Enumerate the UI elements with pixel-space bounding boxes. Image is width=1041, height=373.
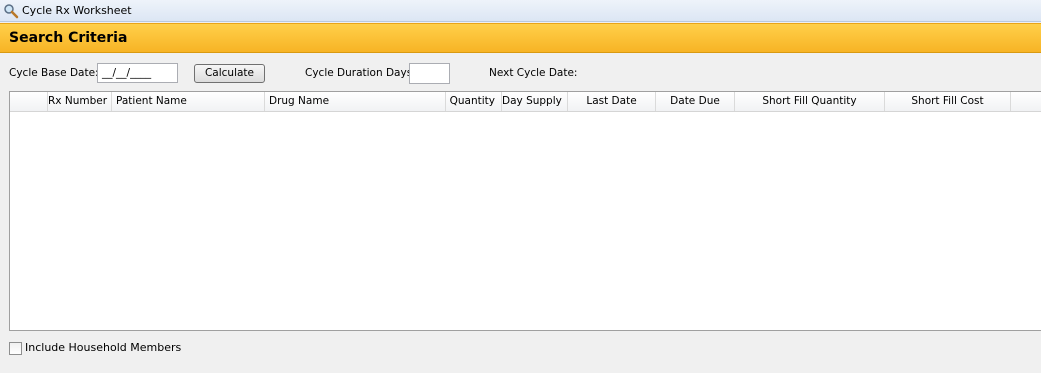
search-criteria-banner: Search Criteria <box>0 23 1041 53</box>
window-title: Cycle Rx Worksheet <box>22 4 132 17</box>
next-cycle-date-label: Next Cycle Date: <box>489 67 578 79</box>
column-header-rx-number[interactable]: Rx Number <box>48 92 112 111</box>
column-header-day-supply[interactable]: Day Supply <box>502 92 568 111</box>
column-header-quantity[interactable]: Quantity <box>446 92 502 111</box>
cycle-rx-grid[interactable]: Rx Number Patient Name Drug Name Quantit… <box>9 91 1041 331</box>
cycle-base-date-input[interactable]: __/__/____ <box>97 63 178 83</box>
cycle-duration-days-label: Cycle Duration Days: <box>305 67 416 79</box>
grid-header: Rx Number Patient Name Drug Name Quantit… <box>10 92 1041 112</box>
column-header-drug-name[interactable]: Drug Name <box>265 92 446 111</box>
column-header-select[interactable] <box>10 92 48 111</box>
column-header-short-fill-quantity[interactable]: Short Fill Quantity <box>735 92 885 111</box>
include-household-members-checkbox[interactable] <box>9 342 22 355</box>
cycle-base-date-label: Cycle Base Date: <box>9 67 99 79</box>
column-header-date-due[interactable]: Date Due <box>656 92 735 111</box>
column-header-last-date[interactable]: Last Date <box>568 92 656 111</box>
magnifier-icon <box>4 4 19 19</box>
column-header-short-fill-cost[interactable]: Short Fill Cost <box>885 92 1011 111</box>
banner-title: Search Criteria <box>9 30 128 46</box>
include-household-members-label: Include Household Members <box>25 341 182 354</box>
column-header-patient-name[interactable]: Patient Name <box>112 92 265 111</box>
window-titlebar: Cycle Rx Worksheet <box>0 0 1041 22</box>
cycle-duration-days-input[interactable] <box>409 63 450 84</box>
calculate-button[interactable]: Calculate <box>194 64 265 83</box>
